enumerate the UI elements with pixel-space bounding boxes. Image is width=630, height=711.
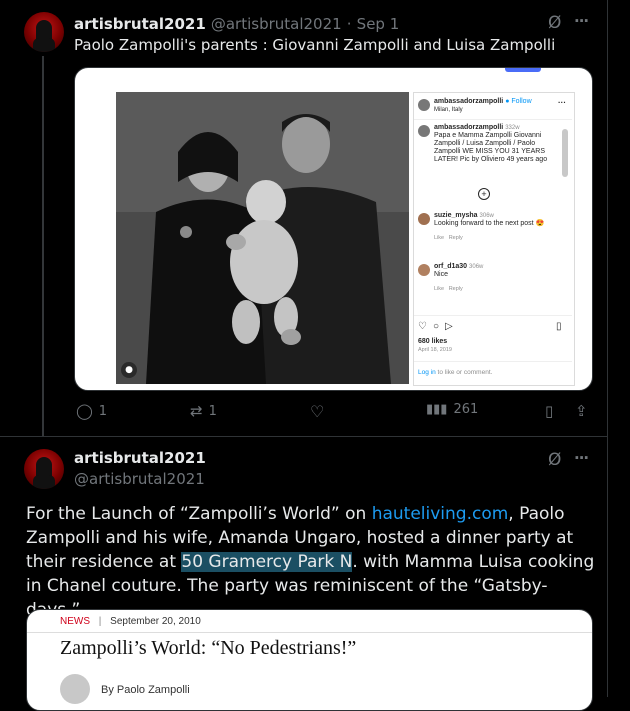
separator: | — [98, 616, 102, 627]
article-card[interactable]: NEWS | September 20, 2010 Zampolli’s Wor… — [26, 609, 593, 711]
avatar[interactable] — [24, 449, 64, 489]
ig-caption-user[interactable]: ambassadorzampolli — [434, 124, 503, 131]
heart-icon[interactable]: ♡ — [418, 321, 427, 332]
separator: · — [346, 15, 352, 33]
ig-more-icon[interactable]: ··· — [558, 98, 566, 107]
share-icon[interactable]: ▷ — [445, 321, 453, 332]
article-category[interactable]: NEWS — [60, 616, 90, 627]
hauteliving-link[interactable]: hauteliving.com — [372, 504, 509, 524]
tweet-date[interactable]: Sep 1 — [357, 15, 400, 33]
heart-icon: ♡ — [310, 402, 325, 421]
handle[interactable]: @artisbrutal2021 — [211, 15, 342, 33]
comment-reply[interactable]: Reply — [449, 286, 463, 292]
comment-time: 306w — [469, 264, 484, 270]
reply-icon: ◯ — [76, 402, 93, 420]
ig-login-link[interactable]: Log in — [418, 369, 436, 376]
highlighted-address[interactable]: 50 Gramercy Park N — [181, 552, 353, 572]
display-name[interactable]: artisbrutal2021 — [74, 449, 206, 467]
repost-count: 1 — [208, 403, 217, 419]
ig-caption: Papa e Mamma Zampolli Giovanni Zampolli … — [434, 132, 548, 163]
thread-line — [42, 56, 44, 436]
more-icon[interactable]: ··· — [574, 449, 589, 467]
views-count: 261 — [453, 402, 479, 417]
bookmark-button[interactable]: ▯ — [545, 402, 553, 420]
media-top-bar — [505, 68, 541, 72]
verified-icon: ● — [505, 98, 510, 105]
reply-count: 1 — [98, 403, 108, 419]
tweet-text: Paolo Zampolli's parents : Giovanni Zamp… — [74, 36, 556, 54]
bookmark-icon[interactable]: ▯ — [556, 321, 562, 332]
tweet-text: For the Launch of “Zampolli’s World” on … — [26, 502, 596, 622]
article-byline: By Paolo Zampolli — [101, 684, 190, 696]
bookmark-icon: ▯ — [545, 402, 554, 420]
comment-text: Nice — [434, 271, 449, 278]
article-title[interactable]: Zampolli’s World: “No Pedestrians!” — [60, 637, 356, 660]
comment-user[interactable]: suzie_mysha — [434, 212, 478, 219]
ig-avatar — [418, 99, 430, 111]
reply-button[interactable]: ◯ 1 — [76, 402, 107, 420]
views-icon: ▮▮▮ — [426, 402, 448, 417]
grok-icon[interactable]: Ø — [548, 450, 561, 470]
comment-user[interactable]: orf_d1a30 — [434, 263, 467, 270]
comment-reply[interactable]: Reply — [449, 235, 463, 241]
repost-button[interactable]: ⇄ 1 — [190, 402, 217, 420]
comment-time: 306w — [479, 213, 494, 219]
ig-scrollbar[interactable] — [562, 129, 568, 177]
comment-like[interactable]: Like — [434, 286, 444, 292]
load-more-icon[interactable]: + — [478, 188, 490, 200]
ig-login-text: to like or comment. — [435, 369, 493, 376]
grok-icon[interactable]: Ø — [548, 13, 561, 33]
comment-like[interactable]: Like — [434, 235, 444, 241]
more-icon[interactable]: ··· — [574, 12, 589, 30]
avatar[interactable] — [24, 12, 64, 52]
handle[interactable]: @artisbrutal2021 — [74, 470, 205, 488]
instagram-panel: ambassadorzampolli ● Follow Milan, Italy… — [413, 92, 575, 386]
share-icon: ⇪ — [575, 402, 588, 420]
tweet-text-part: For the Launch of “Zampolli’s World” on — [26, 504, 372, 524]
ig-location: Milan, Italy — [434, 107, 463, 113]
repost-icon: ⇄ — [190, 402, 203, 420]
like-button[interactable]: ♡ — [310, 402, 324, 421]
article-date: September 20, 2010 — [110, 616, 201, 627]
ig-caption-time: 332w — [505, 125, 520, 131]
tweet-1[interactable]: artisbrutal2021 @artisbrutal2021 · Sep 1… — [0, 0, 608, 437]
views-button[interactable]: ▮▮▮ 261 — [426, 402, 478, 417]
ig-date: April 18, 2019 — [418, 347, 452, 353]
tweet-header: artisbrutal2021 @artisbrutal2021 · Sep 1 — [74, 14, 399, 33]
author-avatar-icon — [60, 674, 90, 704]
family-photo: ● — [116, 92, 409, 384]
comment-text: Looking forward to the next post 😍 — [434, 220, 545, 227]
ig-account[interactable]: ambassadorzampolli — [434, 98, 503, 105]
comment-icon[interactable]: ○ — [433, 321, 439, 332]
display-name[interactable]: artisbrutal2021 — [74, 15, 206, 33]
tweet-media[interactable]: ● ambassadorzampolli ● Follow Milan, Ita… — [74, 67, 593, 391]
follow-link[interactable]: Follow — [511, 98, 531, 105]
user-tag-icon[interactable]: ● — [121, 362, 137, 378]
ig-likes: 680 likes — [418, 338, 448, 345]
share-button[interactable]: ⇪ — [575, 402, 588, 420]
